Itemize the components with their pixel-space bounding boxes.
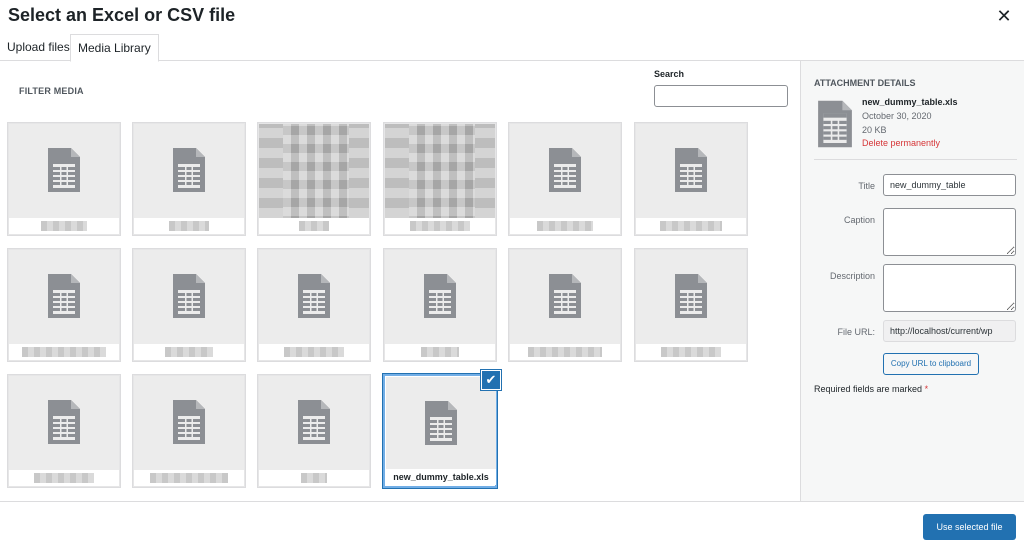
attachment-caption [9, 344, 119, 360]
blurred-filename [150, 473, 228, 483]
tab-upload-files[interactable]: Upload files [0, 34, 77, 61]
attachment-tile[interactable] [132, 122, 246, 236]
attachment-tile[interactable] [7, 122, 121, 236]
blurred-filename [410, 221, 470, 231]
attachment-tile[interactable] [257, 248, 371, 362]
attachment-filename-label: new_dummy_table.xls [393, 472, 489, 482]
attachment-size: 20 KB [862, 125, 887, 135]
attachment-caption [9, 470, 119, 486]
attachment-filename: new_dummy_table.xls [862, 97, 958, 107]
caption-label: Caption [843, 215, 875, 225]
attachment-details-sidebar: ATTACHMENT DETAILS new_dummy_table.xls O… [800, 61, 1024, 501]
attachment-caption [510, 344, 620, 360]
attachment-caption [385, 344, 495, 360]
spreadsheet-file-icon [173, 274, 205, 318]
attachment-tile[interactable] [383, 122, 497, 236]
title-field[interactable] [883, 174, 1016, 196]
spreadsheet-file-icon [675, 148, 707, 192]
media-toolbar: Use selected file [0, 501, 1024, 544]
attachment-caption [636, 218, 746, 234]
attachment-date: October 30, 2020 [862, 111, 932, 121]
attachment-caption [636, 344, 746, 360]
spreadsheet-file-icon [298, 400, 330, 444]
attachment-details-heading: ATTACHMENT DETAILS [814, 78, 916, 88]
search-label: Search [654, 69, 685, 79]
description-field[interactable] [883, 264, 1016, 312]
blurred-filename [284, 347, 344, 357]
attachment-tile[interactable] [257, 122, 371, 236]
attachment-thumbnail [259, 124, 369, 234]
spreadsheet-file-icon [48, 148, 80, 192]
media-tabs: Upload files Media Library [0, 34, 1024, 62]
attachment-caption [385, 218, 495, 234]
blurred-filename [165, 347, 213, 357]
attachment-tile[interactable] [132, 374, 246, 488]
blurred-filename [301, 473, 327, 483]
blurred-filename [34, 473, 94, 483]
required-fields-note: Required fields are marked * [814, 384, 928, 394]
attachment-caption [259, 470, 369, 486]
attachment-caption [510, 218, 620, 234]
checkmark-icon[interactable]: ✔ [481, 370, 501, 390]
description-label: Description [829, 271, 875, 281]
blurred-filename [528, 347, 602, 357]
file-url-field[interactable] [883, 320, 1016, 342]
spreadsheet-file-icon [818, 100, 852, 148]
spreadsheet-file-icon [48, 400, 80, 444]
required-fields-text: Required fields are marked [814, 384, 923, 394]
spreadsheet-file-icon [425, 401, 457, 445]
attachment-tile[interactable] [634, 122, 748, 236]
spreadsheet-file-icon [424, 274, 456, 318]
blurred-filename [299, 221, 329, 231]
attachment-caption [259, 218, 369, 234]
search-input[interactable] [654, 85, 788, 107]
spreadsheet-file-icon [173, 400, 205, 444]
attachment-caption [134, 344, 244, 360]
blurred-filename [537, 221, 593, 231]
attachment-tile[interactable] [508, 248, 622, 362]
spreadsheet-file-icon [549, 274, 581, 318]
attachment-tile[interactable]: new_dummy_table.xls ✔ [383, 370, 501, 488]
spreadsheet-file-icon [298, 274, 330, 318]
attachment-caption [259, 344, 369, 360]
required-star: * [924, 384, 929, 394]
attachments-browser: FILTER MEDIA Search new_dummy_table.xls ✔ [0, 61, 800, 501]
spreadsheet-file-icon [549, 148, 581, 192]
attachment-tile[interactable] [7, 248, 121, 362]
use-selected-file-button[interactable]: Use selected file [923, 514, 1016, 540]
attachment-tile[interactable] [257, 374, 371, 488]
copy-url-button[interactable]: Copy URL to clipboard [883, 353, 979, 375]
close-icon[interactable]: ✕ [994, 6, 1014, 26]
blurred-filename [22, 347, 106, 357]
attachment-tile[interactable] [634, 248, 748, 362]
blurred-filename [660, 221, 722, 231]
file-url-label: File URL: [837, 327, 875, 337]
attachment-caption: new_dummy_table.xls [386, 469, 496, 485]
tab-media-library[interactable]: Media Library [70, 34, 159, 62]
blurred-filename [421, 347, 459, 357]
spreadsheet-file-icon [173, 148, 205, 192]
spreadsheet-file-icon [675, 274, 707, 318]
caption-field[interactable] [883, 208, 1016, 256]
modal-title: Select an Excel or CSV file [8, 5, 236, 25]
filter-media-label: FILTER MEDIA [19, 86, 84, 96]
attachment-thumbnail [385, 124, 495, 234]
blurred-filename [41, 221, 87, 231]
attachment-tile[interactable] [7, 374, 121, 488]
title-label: Title [858, 181, 875, 191]
blurred-filename [661, 347, 721, 357]
modal-header: Select an Excel or CSV file ✕ [0, 0, 1024, 34]
attachment-caption [134, 470, 244, 486]
attachment-caption [9, 218, 119, 234]
attachment-tile[interactable] [132, 248, 246, 362]
divider [814, 159, 1017, 160]
delete-permanently-link[interactable]: Delete permanently [862, 138, 940, 148]
attachment-tile[interactable] [383, 248, 497, 362]
spreadsheet-file-icon [48, 274, 80, 318]
attachment-tile[interactable] [508, 122, 622, 236]
attachment-caption [134, 218, 244, 234]
blurred-filename [169, 221, 209, 231]
